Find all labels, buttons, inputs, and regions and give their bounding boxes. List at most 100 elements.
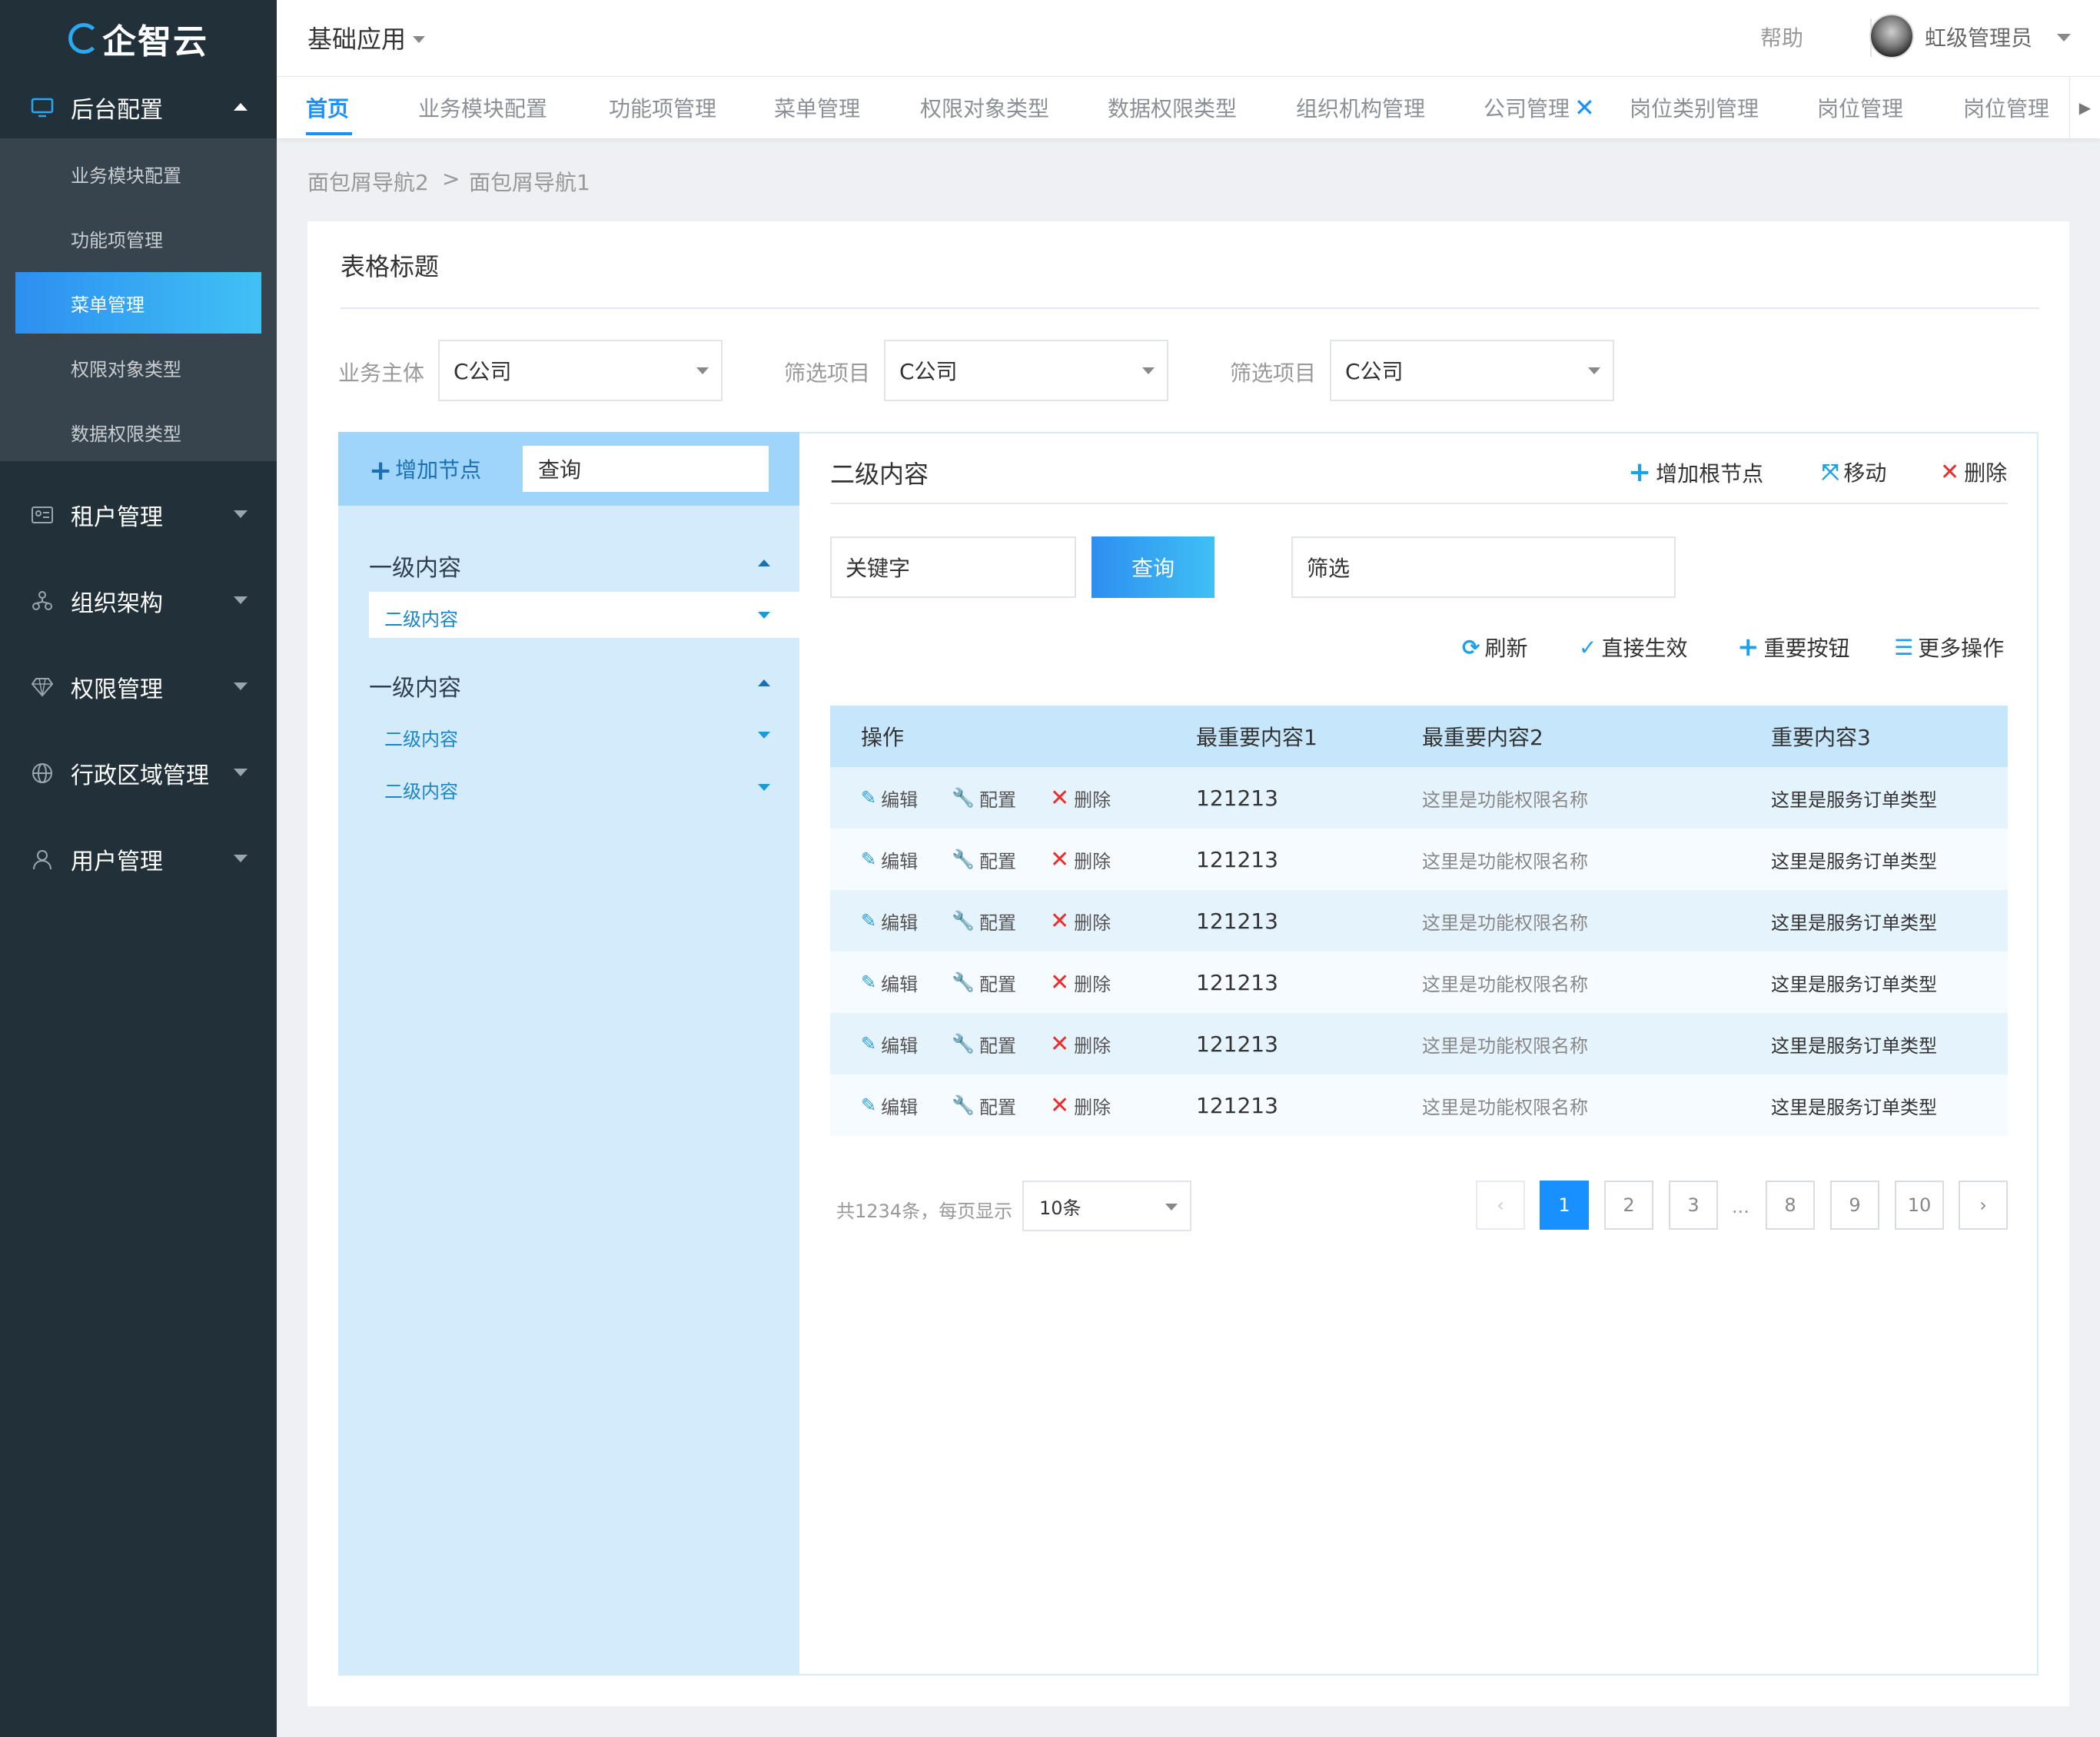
config-button[interactable]: 🔧 配置 bbox=[952, 908, 1016, 935]
sidebar-item-permission-object[interactable]: 权限对象类型 bbox=[15, 337, 261, 398]
tree-node-level2[interactable]: 二级内容 bbox=[384, 604, 458, 631]
chevron-down-icon[interactable] bbox=[758, 732, 770, 739]
chevron-up-icon[interactable] bbox=[758, 560, 770, 566]
nav-group-region[interactable]: 行政区域管理 bbox=[0, 735, 277, 812]
config-button[interactable]: 🔧 配置 bbox=[952, 1092, 1016, 1119]
tab-home[interactable]: 首页 bbox=[306, 92, 349, 123]
tree-node-level1[interactable]: 一级内容 bbox=[369, 549, 461, 583]
filter-select-2[interactable]: C公司 bbox=[1330, 340, 1614, 401]
chevron-down-icon[interactable] bbox=[413, 36, 425, 43]
filter-input[interactable] bbox=[1291, 536, 1676, 598]
chevron-down-icon[interactable] bbox=[758, 612, 770, 619]
tab-permission-object[interactable]: 权限对象类型 bbox=[920, 92, 1049, 123]
page-button[interactable]: 2 bbox=[1604, 1181, 1653, 1230]
edit-button[interactable]: ✎ 编辑 bbox=[861, 969, 918, 996]
config-button[interactable]: 🔧 配置 bbox=[952, 846, 1016, 873]
row-delete-button[interactable]: ✕ 删除 bbox=[1050, 1092, 1111, 1119]
row-delete-button[interactable]: ✕ 删除 bbox=[1050, 1031, 1111, 1058]
tree-node-level2[interactable]: 二级内容 bbox=[384, 776, 458, 803]
table-cell: 这里是服务订单类型 bbox=[1771, 1035, 1937, 1057]
sidebar-item-business-module[interactable]: 业务模块配置 bbox=[15, 143, 261, 204]
more-actions-button[interactable]: ☰ 更多操作 bbox=[1894, 632, 2004, 663]
chevron-down-icon[interactable] bbox=[758, 784, 770, 791]
sidebar-item-data-permission[interactable]: 数据权限类型 bbox=[15, 401, 261, 463]
query-button[interactable]: 查询 bbox=[1092, 536, 1214, 598]
active-tab-indicator bbox=[306, 132, 352, 135]
tab-scroll-right-icon[interactable]: ▶ bbox=[2069, 77, 2100, 138]
row-delete-button[interactable]: ✕ 删除 bbox=[1050, 969, 1111, 996]
tab-post[interactable]: 岗位管理 bbox=[1817, 92, 1903, 123]
tab-feature[interactable]: 功能项管理 bbox=[609, 92, 716, 123]
row-delete-button[interactable]: ✕ 删除 bbox=[1050, 846, 1111, 873]
edit-button[interactable]: ✎ 编辑 bbox=[861, 1092, 918, 1119]
divider bbox=[341, 307, 2039, 309]
tree-node-level2[interactable]: 二级内容 bbox=[384, 724, 458, 751]
tab-data-permission[interactable]: 数据权限类型 bbox=[1108, 92, 1237, 123]
help-link[interactable]: 帮助 bbox=[1760, 22, 1803, 52]
tab-menu[interactable]: 菜单管理 bbox=[774, 92, 860, 123]
close-icon: ✕ bbox=[1050, 784, 1070, 812]
user-name[interactable]: 虹级管理员 bbox=[1925, 22, 2032, 52]
tab-org[interactable]: 组织机构管理 bbox=[1296, 92, 1425, 123]
edit-button[interactable]: ✎ 编辑 bbox=[861, 785, 918, 812]
tab-business-module[interactable]: 业务模块配置 bbox=[418, 92, 547, 123]
nav-group-org[interactable]: 组织架构 bbox=[0, 563, 277, 639]
tree-search-input[interactable] bbox=[523, 446, 769, 492]
wrench-icon: 🔧 bbox=[952, 849, 975, 870]
nav-group-tenant[interactable]: 租户管理 bbox=[0, 477, 277, 553]
page-button[interactable]: 10 bbox=[1895, 1181, 1944, 1230]
prev-page-button[interactable]: ‹ bbox=[1476, 1181, 1525, 1230]
page-button[interactable]: 8 bbox=[1766, 1181, 1815, 1230]
table-cell: 这里是功能权限名称 bbox=[1422, 912, 1588, 934]
move-button[interactable]: ⤧ 移动 bbox=[1822, 457, 1886, 487]
nav-group-backend-config[interactable]: 后台配置 bbox=[0, 69, 277, 146]
nav-group-permission[interactable]: 权限管理 bbox=[0, 649, 277, 726]
pencil-icon: ✎ bbox=[861, 1033, 877, 1054]
logo-text: 企智云 bbox=[102, 22, 208, 61]
breadcrumb-item[interactable]: 面包屑导航2 bbox=[307, 166, 429, 197]
page-button[interactable]: 1 bbox=[1540, 1181, 1589, 1230]
tab-post-category[interactable]: 岗位类别管理 bbox=[1630, 92, 1759, 123]
tab-post-2[interactable]: 岗位管理 bbox=[1963, 92, 2049, 123]
chevron-down-icon[interactable] bbox=[2057, 34, 2071, 42]
next-page-button[interactable]: › bbox=[1959, 1181, 2008, 1230]
business-entity-select[interactable]: C公司 bbox=[438, 340, 723, 401]
refresh-button[interactable]: ⟳ 刷新 bbox=[1462, 632, 1527, 663]
chevron-up-icon[interactable] bbox=[758, 679, 770, 686]
page-size-select[interactable]: 10条 bbox=[1022, 1181, 1191, 1231]
chevron-down-icon bbox=[234, 683, 248, 690]
row-actions: ✎ 编辑 🔧 配置 ✕ 删除 bbox=[830, 846, 1196, 873]
op-label: 删除 bbox=[1074, 912, 1111, 934]
row-delete-button[interactable]: ✕ 删除 bbox=[1050, 908, 1111, 935]
add-root-node-button[interactable]: + 增加根节点 bbox=[1628, 457, 1763, 488]
apply-button[interactable]: ✓ 直接生效 bbox=[1579, 632, 1687, 663]
button-label: 刷新 bbox=[1484, 636, 1528, 661]
delete-button[interactable]: ✕ 删除 bbox=[1940, 457, 2007, 487]
edit-button[interactable]: ✎ 编辑 bbox=[861, 1031, 918, 1058]
sidebar-item-menu[interactable]: 菜单管理 bbox=[15, 272, 261, 334]
tab-company[interactable]: 公司管理 ✕ bbox=[1484, 92, 1595, 123]
op-label: 编辑 bbox=[881, 1035, 919, 1057]
nav-group-user[interactable]: 用户管理 bbox=[0, 821, 277, 898]
keyword-input[interactable] bbox=[830, 536, 1076, 598]
sidebar-item-feature[interactable]: 功能项管理 bbox=[15, 208, 261, 269]
page-button[interactable]: 9 bbox=[1830, 1181, 1879, 1230]
edit-button[interactable]: ✎ 编辑 bbox=[861, 846, 918, 873]
nav-group-label: 租户管理 bbox=[71, 504, 163, 531]
row-delete-button[interactable]: ✕ 删除 bbox=[1050, 785, 1111, 812]
filter-select-1[interactable]: C公司 bbox=[884, 340, 1168, 401]
close-icon[interactable]: ✕ bbox=[1574, 93, 1595, 122]
cloud-logo-icon bbox=[68, 23, 99, 54]
table-cell: 121213 bbox=[1196, 785, 1278, 811]
config-button[interactable]: 🔧 配置 bbox=[952, 785, 1016, 812]
config-button[interactable]: 🔧 配置 bbox=[952, 1031, 1016, 1058]
config-button[interactable]: 🔧 配置 bbox=[952, 969, 1016, 996]
page-button[interactable]: 3 bbox=[1669, 1181, 1718, 1230]
app-switcher[interactable]: 基础应用 bbox=[307, 20, 406, 55]
add-node-button[interactable]: + 增加节点 bbox=[369, 453, 481, 487]
edit-button[interactable]: ✎ 编辑 bbox=[861, 908, 918, 935]
important-button[interactable]: + 重要按钮 bbox=[1737, 632, 1850, 663]
button-label: 更多操作 bbox=[1918, 636, 2005, 661]
tree-node-level1[interactable]: 一级内容 bbox=[369, 669, 461, 702]
avatar[interactable] bbox=[1869, 14, 1914, 58]
